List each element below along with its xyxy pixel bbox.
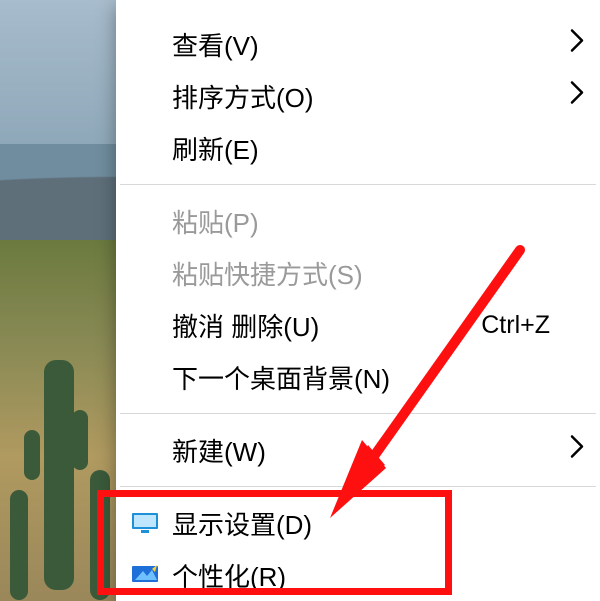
chevron-right-icon	[570, 81, 584, 112]
wallpaper-cactus	[24, 430, 40, 480]
menu-item-label: 刷新(E)	[172, 130, 580, 167]
menu-item-paste: 粘贴(P)	[116, 195, 600, 247]
menu-item-paste-shortcut: 粘贴快捷方式(S)	[116, 247, 600, 299]
menu-item-new[interactable]: 新建(W)	[116, 424, 600, 476]
menu-separator	[120, 486, 596, 487]
menu-item-label: 新建(W)	[172, 432, 580, 469]
menu-item-label: 撤消 删除(U)	[172, 307, 481, 344]
menu-item-undo-delete[interactable]: 撤消 删除(U) Ctrl+Z	[116, 299, 600, 351]
menu-item-refresh[interactable]: 刷新(E)	[116, 122, 600, 174]
chevron-right-icon	[570, 29, 584, 60]
desktop-context-menu: 查看(V) 排序方式(O) 刷新(E) 粘贴(P) 粘贴快捷方式(S) 撤消 删…	[116, 0, 600, 601]
menu-separator	[120, 184, 596, 185]
chevron-right-icon	[570, 435, 584, 466]
wallpaper-cactus	[10, 490, 28, 600]
menu-item-personalize[interactable]: 个性化(R)	[116, 549, 600, 601]
menu-item-view[interactable]: 查看(V)	[116, 18, 600, 70]
menu-item-label: 粘贴(P)	[172, 203, 580, 240]
wallpaper-cactus	[44, 360, 74, 590]
menu-item-label: 粘贴快捷方式(S)	[172, 255, 580, 292]
menu-item-label: 个性化(R)	[172, 557, 580, 594]
menu-item-label: 下一个桌面背景(N)	[172, 359, 580, 396]
menu-item-next-background[interactable]: 下一个桌面背景(N)	[116, 351, 600, 403]
menu-item-display-settings[interactable]: 显示设置(D)	[116, 497, 600, 549]
wallpaper-cactus	[90, 470, 110, 600]
menu-item-sort[interactable]: 排序方式(O)	[116, 70, 600, 122]
menu-item-label: 排序方式(O)	[172, 78, 580, 115]
wallpaper-cactus	[72, 410, 88, 470]
menu-item-label: 查看(V)	[172, 26, 580, 63]
menu-item-label: 显示设置(D)	[172, 505, 580, 542]
desktop-wallpaper: 查看(V) 排序方式(O) 刷新(E) 粘贴(P) 粘贴快捷方式(S) 撤消 删…	[0, 0, 600, 601]
menu-item-shortcut: Ctrl+Z	[481, 311, 550, 340]
personalize-icon	[130, 563, 160, 587]
menu-separator	[120, 413, 596, 414]
monitor-icon	[130, 511, 160, 535]
